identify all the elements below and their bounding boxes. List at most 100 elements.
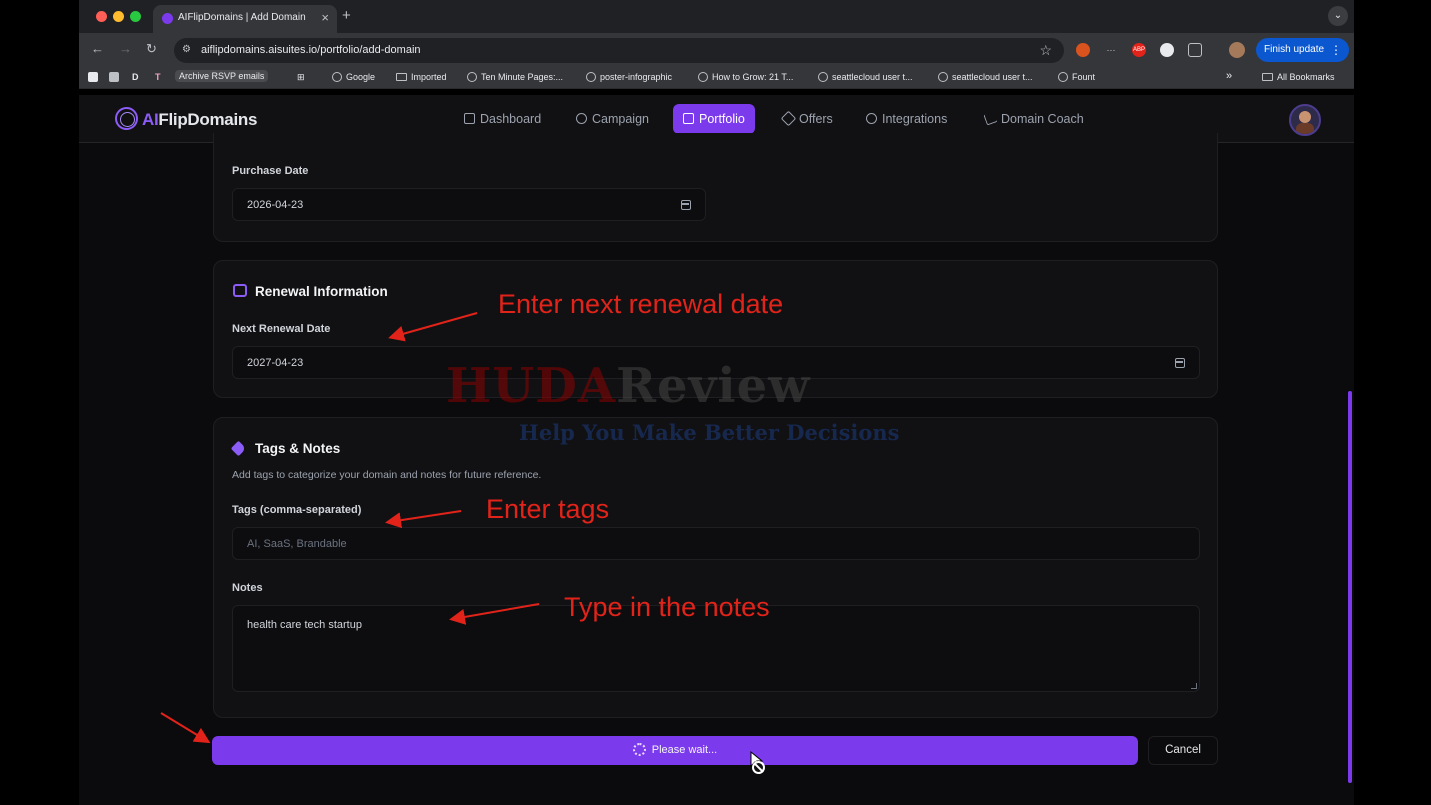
address-bar[interactable]: ⚙ aiflipdomains.aisuites.io/portfolio/ad… (174, 38, 1064, 63)
nav-dashboard[interactable]: Dashboard (464, 104, 541, 134)
extensions-puzzle-icon[interactable] (1188, 43, 1202, 57)
user-avatar[interactable] (1289, 104, 1321, 136)
bookmark-ten-minute-label: Ten Minute Pages:... (481, 72, 564, 82)
bookmark-seattlecloud-2-label: seattlecloud user t... (952, 72, 1033, 82)
menu-dots-icon: ⋮ (1330, 43, 1342, 57)
not-allowed-cursor-icon (752, 761, 765, 774)
minimize-window-button[interactable] (113, 11, 124, 22)
forward-icon[interactable]: → (119, 41, 132, 56)
tags-notes-card: Tags & Notes Add tags to categorize your… (213, 417, 1218, 718)
user-icon (576, 113, 587, 124)
bookmark-archive-rsvp[interactable]: Archive RSVP emails (175, 70, 269, 82)
tab-search-button[interactable]: ⌄ (1328, 6, 1348, 26)
submit-button[interactable]: Please wait... (212, 736, 1138, 765)
nav-domain-coach[interactable]: Domain Coach (983, 104, 1084, 134)
nav-offers[interactable]: Offers (780, 104, 833, 134)
resize-handle-icon[interactable] (1191, 683, 1197, 689)
nav-portfolio[interactable]: Portfolio (673, 104, 755, 134)
browser-tab-active[interactable]: AIFlipDomains | Add Domain × (153, 5, 337, 33)
close-window-button[interactable] (96, 11, 107, 22)
tags-section-title: Tags & Notes (255, 441, 341, 456)
globe-icon (818, 72, 828, 82)
bookmark-seattlecloud-1-label: seattlecloud user t... (832, 72, 913, 82)
profile-avatar[interactable] (1229, 42, 1245, 58)
logo-globe-icon (115, 107, 138, 130)
calendar-icon[interactable] (1175, 358, 1185, 368)
scrollbar[interactable] (1348, 391, 1352, 783)
bookmark-d[interactable]: D (132, 72, 139, 82)
bookmark-how-to-grow[interactable]: How to Grow: 21 T... (698, 72, 793, 82)
app-logo[interactable]: AIFlipDomains (142, 110, 257, 130)
bookmark-google[interactable]: Google (332, 72, 375, 82)
bookmark-t[interactable]: T (155, 72, 161, 82)
all-bookmarks-label: All Bookmarks (1277, 72, 1335, 82)
bookmark-ten-minute[interactable]: Ten Minute Pages:... (467, 72, 563, 82)
cancel-button[interactable]: Cancel (1148, 736, 1218, 765)
new-tab-button[interactable]: + (342, 7, 351, 24)
bookmark-star-icon[interactable]: ☆ (1039, 42, 1052, 59)
tab-title: AIFlipDomains | Add Domain (178, 12, 306, 23)
nav-integrations[interactable]: Integrations (866, 104, 947, 134)
tab-close-icon[interactable]: × (321, 10, 329, 25)
watermark-logo: HUDAReview (446, 358, 811, 414)
globe-icon (938, 72, 948, 82)
finish-update-button[interactable]: Finish update ⋮ (1256, 38, 1349, 62)
extension-abp-icon[interactable]: ABP (1132, 43, 1146, 57)
annotation-notes: Type in the notes (564, 592, 770, 622)
url-text[interactable]: aiflipdomains.aisuites.io/portfolio/add-… (201, 44, 421, 56)
purchase-date-input[interactable]: 2026-04-23 (232, 188, 706, 221)
site-settings-icon[interactable]: ⚙ (182, 44, 191, 55)
globe-icon (1058, 72, 1068, 82)
tag-icon (780, 110, 797, 127)
bookmark-imported-label: Imported (411, 72, 447, 82)
tag-section-icon (230, 440, 247, 457)
back-icon[interactable]: ← (91, 41, 104, 56)
bookmark-seattlecloud-2[interactable]: seattlecloud user t... (938, 72, 1033, 82)
bookmark-blank-1[interactable] (88, 72, 98, 84)
reload-icon[interactable]: ↻ (146, 41, 157, 57)
bookmark-how-to-grow-label: How to Grow: 21 T... (712, 72, 794, 82)
briefcase-icon (683, 113, 694, 124)
google-icon (332, 72, 342, 82)
next-renewal-label: Next Renewal Date (232, 323, 331, 335)
finish-update-label: Finish update (1264, 44, 1325, 55)
nav-campaign[interactable]: Campaign (576, 104, 649, 134)
bookmark-poster[interactable]: poster-infographic (586, 72, 672, 82)
bookmark-fount[interactable]: Fount (1058, 72, 1095, 82)
globe-icon (698, 72, 708, 82)
gear-icon (866, 113, 877, 124)
extension-dots-icon[interactable]: ⋯ (1104, 43, 1118, 57)
globe-icon (586, 72, 596, 82)
all-bookmarks[interactable]: All Bookmarks (1262, 72, 1335, 82)
annotation-renewal: Enter next renewal date (498, 289, 784, 319)
bookmarks-bar: D T Archive RSVP emails ⊞ Google Importe… (79, 67, 1354, 89)
bookmark-archive-label: Archive RSVP emails (179, 71, 265, 81)
purchase-card: Purchase Date 2026-04-23 (213, 133, 1218, 242)
browser-toolbar: ← → ↻ ⚙ aiflipdomains.aisuites.io/portfo… (79, 33, 1354, 67)
maximize-window-button[interactable] (130, 11, 141, 22)
extension-cloud-icon[interactable] (1160, 43, 1174, 57)
folder-icon (1262, 73, 1273, 81)
main-content: Purchase Date 2026-04-23 Renewal Informa… (79, 133, 1354, 805)
more-bookmarks-chevron-icon[interactable]: » (1226, 70, 1232, 82)
bookmark-blank-2[interactable] (109, 72, 119, 84)
extension-fox-icon[interactable] (1076, 43, 1090, 57)
tags-input[interactable]: AI, SaaS, Brandable (232, 527, 1200, 560)
globe-icon (467, 72, 477, 82)
renewal-section-title: Renewal Information (255, 284, 388, 299)
purchase-date-label: Purchase Date (232, 165, 309, 177)
bookmark-fount-label: Fount (1072, 72, 1096, 82)
bookmark-imported[interactable]: Imported (396, 72, 447, 82)
loading-spinner-icon (632, 743, 646, 756)
bookmark-poster-label: poster-infographic (600, 72, 673, 82)
calendar-section-icon (233, 284, 247, 297)
watermark-tagline: Help You Make Better Decisions (519, 420, 900, 445)
apps-grid-icon[interactable]: ⊞ (297, 72, 305, 83)
tags-label: Tags (comma-separated) (232, 504, 362, 516)
calendar-icon[interactable] (681, 200, 691, 210)
tags-section-description: Add tags to categorize your domain and n… (232, 469, 542, 481)
folder-icon (396, 73, 407, 81)
tab-strip: AIFlipDomains | Add Domain × + ⌄ (79, 0, 1354, 33)
bookmark-seattlecloud-1[interactable]: seattlecloud user t... (818, 72, 913, 82)
notes-label: Notes (232, 582, 263, 594)
